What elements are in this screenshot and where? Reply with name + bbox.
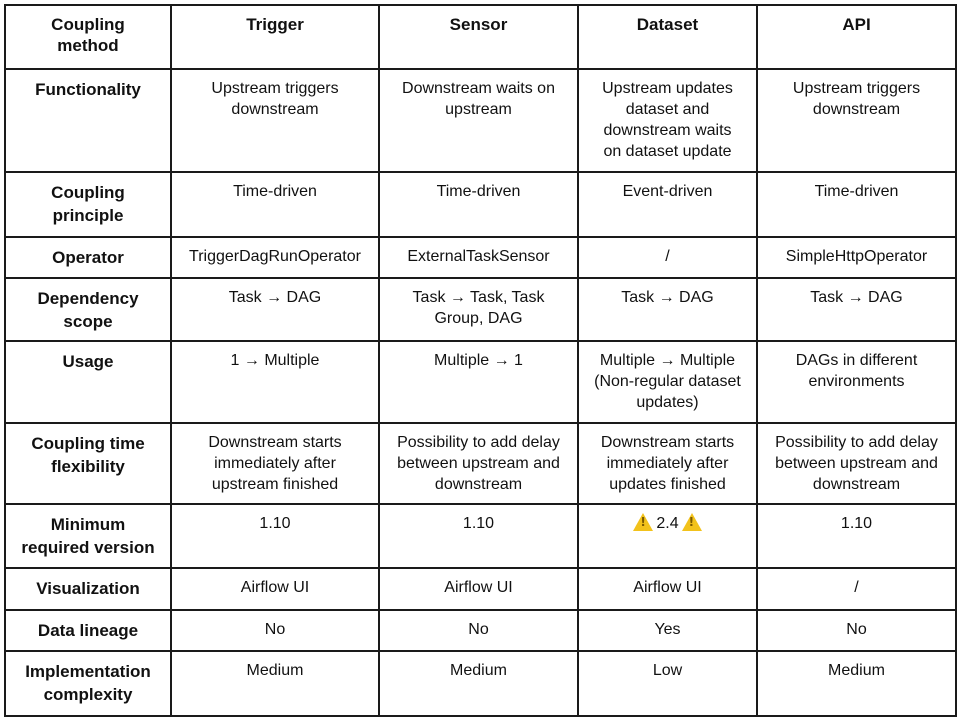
table-cell: Airflow UI bbox=[577, 567, 758, 611]
table-cell: Time-driven bbox=[756, 171, 957, 238]
table-row-functionality: Functionality Upstream triggers downstre… bbox=[4, 68, 957, 173]
row-label: Visualization bbox=[4, 567, 172, 611]
row-label: Data lineage bbox=[4, 609, 172, 652]
table-row-usage: Usage 1 → Multiple Multiple → 1 Multiple… bbox=[4, 340, 957, 424]
table-cell: Task → DAG bbox=[577, 277, 758, 342]
table-cell: No bbox=[170, 609, 380, 652]
header-api: API bbox=[756, 4, 957, 70]
table-cell: Task → DAG bbox=[170, 277, 380, 342]
warning-icon bbox=[633, 513, 654, 531]
table-row-data-lineage: Data lineage No No Yes No bbox=[4, 609, 957, 652]
table-cell: Upstream triggers downstream bbox=[170, 68, 380, 173]
table-cell: Multiple → 1 bbox=[378, 340, 579, 424]
version-value: 2.4 bbox=[656, 515, 679, 532]
table-cell: Task → Task, Task Group, DAG bbox=[378, 277, 579, 342]
table-row-coupling-principle: Coupling principle Time-driven Time-driv… bbox=[4, 171, 957, 238]
row-label: Minimum required version bbox=[4, 503, 172, 569]
table-cell: Multiple → Multiple (Non-regular dataset… bbox=[577, 340, 758, 424]
row-label: Dependency scope bbox=[4, 277, 172, 342]
table-cell: Upstream updates dataset and downstream … bbox=[577, 68, 758, 173]
table-cell: No bbox=[756, 609, 957, 652]
table-cell: Task → DAG bbox=[756, 277, 957, 342]
table-cell: Medium bbox=[756, 650, 957, 717]
table-cell: 1.10 bbox=[170, 503, 380, 569]
table-cell: TriggerDagRunOperator bbox=[170, 236, 380, 279]
header-row: Coupling method Trigger Sensor Dataset A… bbox=[4, 4, 957, 70]
table-cell: Medium bbox=[170, 650, 380, 717]
table-cell: / bbox=[577, 236, 758, 279]
row-label: Functionality bbox=[4, 68, 172, 173]
table-cell: Event-driven bbox=[577, 171, 758, 238]
table-cell-dataset-version: 2.4 bbox=[577, 503, 758, 569]
row-label: Usage bbox=[4, 340, 172, 424]
table-row-implementation-complexity: Implementation complexity Medium Medium … bbox=[4, 650, 957, 717]
table-row-minimum-version: Minimum required version 1.10 1.10 2.4 1… bbox=[4, 503, 957, 569]
table-cell: 1.10 bbox=[756, 503, 957, 569]
table-cell: Upstream triggers downstream bbox=[756, 68, 957, 173]
table-cell: Time-driven bbox=[170, 171, 380, 238]
coupling-comparison-table: Coupling method Trigger Sensor Dataset A… bbox=[4, 4, 957, 717]
table-row-operator: Operator TriggerDagRunOperator ExternalT… bbox=[4, 236, 957, 279]
row-label: Coupling time flexibility bbox=[4, 422, 172, 505]
header-corner: Coupling method bbox=[4, 4, 172, 70]
header-dataset: Dataset bbox=[577, 4, 758, 70]
table-cell: DAGs in different environments bbox=[756, 340, 957, 424]
table-cell: Medium bbox=[378, 650, 579, 717]
table-cell: 1.10 bbox=[378, 503, 579, 569]
table-cell: / bbox=[756, 567, 957, 611]
row-label: Operator bbox=[4, 236, 172, 279]
table-cell: Airflow UI bbox=[170, 567, 380, 611]
table-cell: Possibility to add delay between upstrea… bbox=[378, 422, 579, 505]
table-cell: Time-driven bbox=[378, 171, 579, 238]
table-row-visualization: Visualization Airflow UI Airflow UI Airf… bbox=[4, 567, 957, 611]
row-label: Implementation complexity bbox=[4, 650, 172, 717]
table-cell: SimpleHttpOperator bbox=[756, 236, 957, 279]
table-cell: Downstream starts immediately after upst… bbox=[170, 422, 380, 505]
table-cell: Airflow UI bbox=[378, 567, 579, 611]
table-cell: Low bbox=[577, 650, 758, 717]
table-cell: No bbox=[378, 609, 579, 652]
row-label: Coupling principle bbox=[4, 171, 172, 238]
table-cell: Downstream waits on upstream bbox=[378, 68, 579, 173]
table-cell: ExternalTaskSensor bbox=[378, 236, 579, 279]
table-cell: 1 → Multiple bbox=[170, 340, 380, 424]
table-row-coupling-time-flexibility: Coupling time flexibility Downstream sta… bbox=[4, 422, 957, 505]
table-cell: Possibility to add delay between upstrea… bbox=[756, 422, 957, 505]
header-trigger: Trigger bbox=[170, 4, 380, 70]
header-sensor: Sensor bbox=[378, 4, 579, 70]
warning-icon bbox=[681, 513, 702, 531]
table-cell: Downstream starts immediately after upda… bbox=[577, 422, 758, 505]
table-row-dependency-scope: Dependency scope Task → DAG Task → Task,… bbox=[4, 277, 957, 342]
table-cell: Yes bbox=[577, 609, 758, 652]
